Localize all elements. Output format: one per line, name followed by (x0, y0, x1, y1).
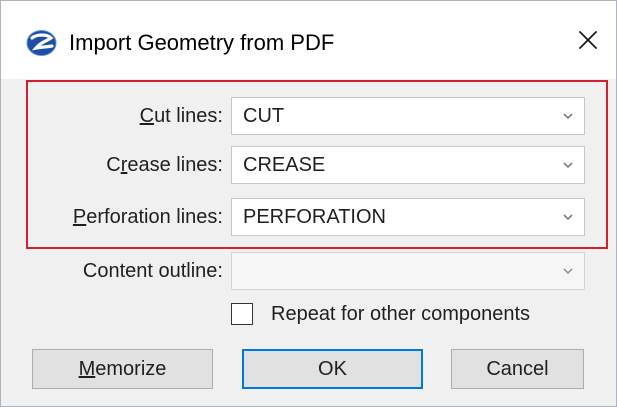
content-outline-select[interactable] (231, 252, 585, 290)
cancel-button[interactable]: Cancel (451, 349, 584, 389)
import-geometry-dialog: Import Geometry from PDF Cut lines: CUT … (0, 0, 617, 407)
cut-lines-select[interactable]: CUT (231, 97, 585, 135)
content-outline-label: Content outline: (82, 260, 223, 282)
cut-lines-label: Cut lines: (139, 105, 223, 127)
perforation-lines-row: Perforation lines: PERFORATION (1, 198, 616, 236)
crease-lines-select[interactable]: CREASE (231, 146, 585, 184)
perforation-lines-select[interactable]: PERFORATION (231, 198, 585, 236)
repeat-checkbox[interactable] (231, 303, 253, 325)
perforation-lines-label: Perforation lines: (72, 206, 223, 228)
window-title: Import Geometry from PDF (69, 30, 335, 55)
chevron-down-icon (563, 268, 573, 275)
chevron-down-icon (563, 162, 573, 169)
content-outline-row: Content outline: (1, 252, 616, 290)
close-button[interactable] (560, 1, 616, 79)
perforation-lines-value: PERFORATION (243, 206, 386, 228)
cut-lines-accelerator: C (139, 105, 155, 127)
chevron-down-icon (563, 113, 573, 120)
memorize-accelerator: M (78, 358, 96, 380)
close-icon (579, 31, 597, 49)
crease-lines-value: CREASE (243, 154, 326, 176)
cut-lines-value: CUT (243, 105, 285, 127)
cut-lines-row: Cut lines: CUT (1, 97, 616, 135)
crease-lines-row: Crease lines: CREASE (1, 146, 616, 184)
ok-button[interactable]: OK (242, 349, 423, 389)
chevron-down-icon (563, 214, 573, 221)
repeat-checkbox-label[interactable]: Repeat for other components (271, 300, 530, 328)
perforation-lines-accelerator: P (72, 206, 87, 228)
memorize-button[interactable]: Memorize (32, 349, 213, 389)
app-logo-icon (26, 30, 57, 56)
title-bar: Import Geometry from PDF (1, 1, 616, 79)
crease-lines-label: Crease lines: (106, 154, 223, 176)
